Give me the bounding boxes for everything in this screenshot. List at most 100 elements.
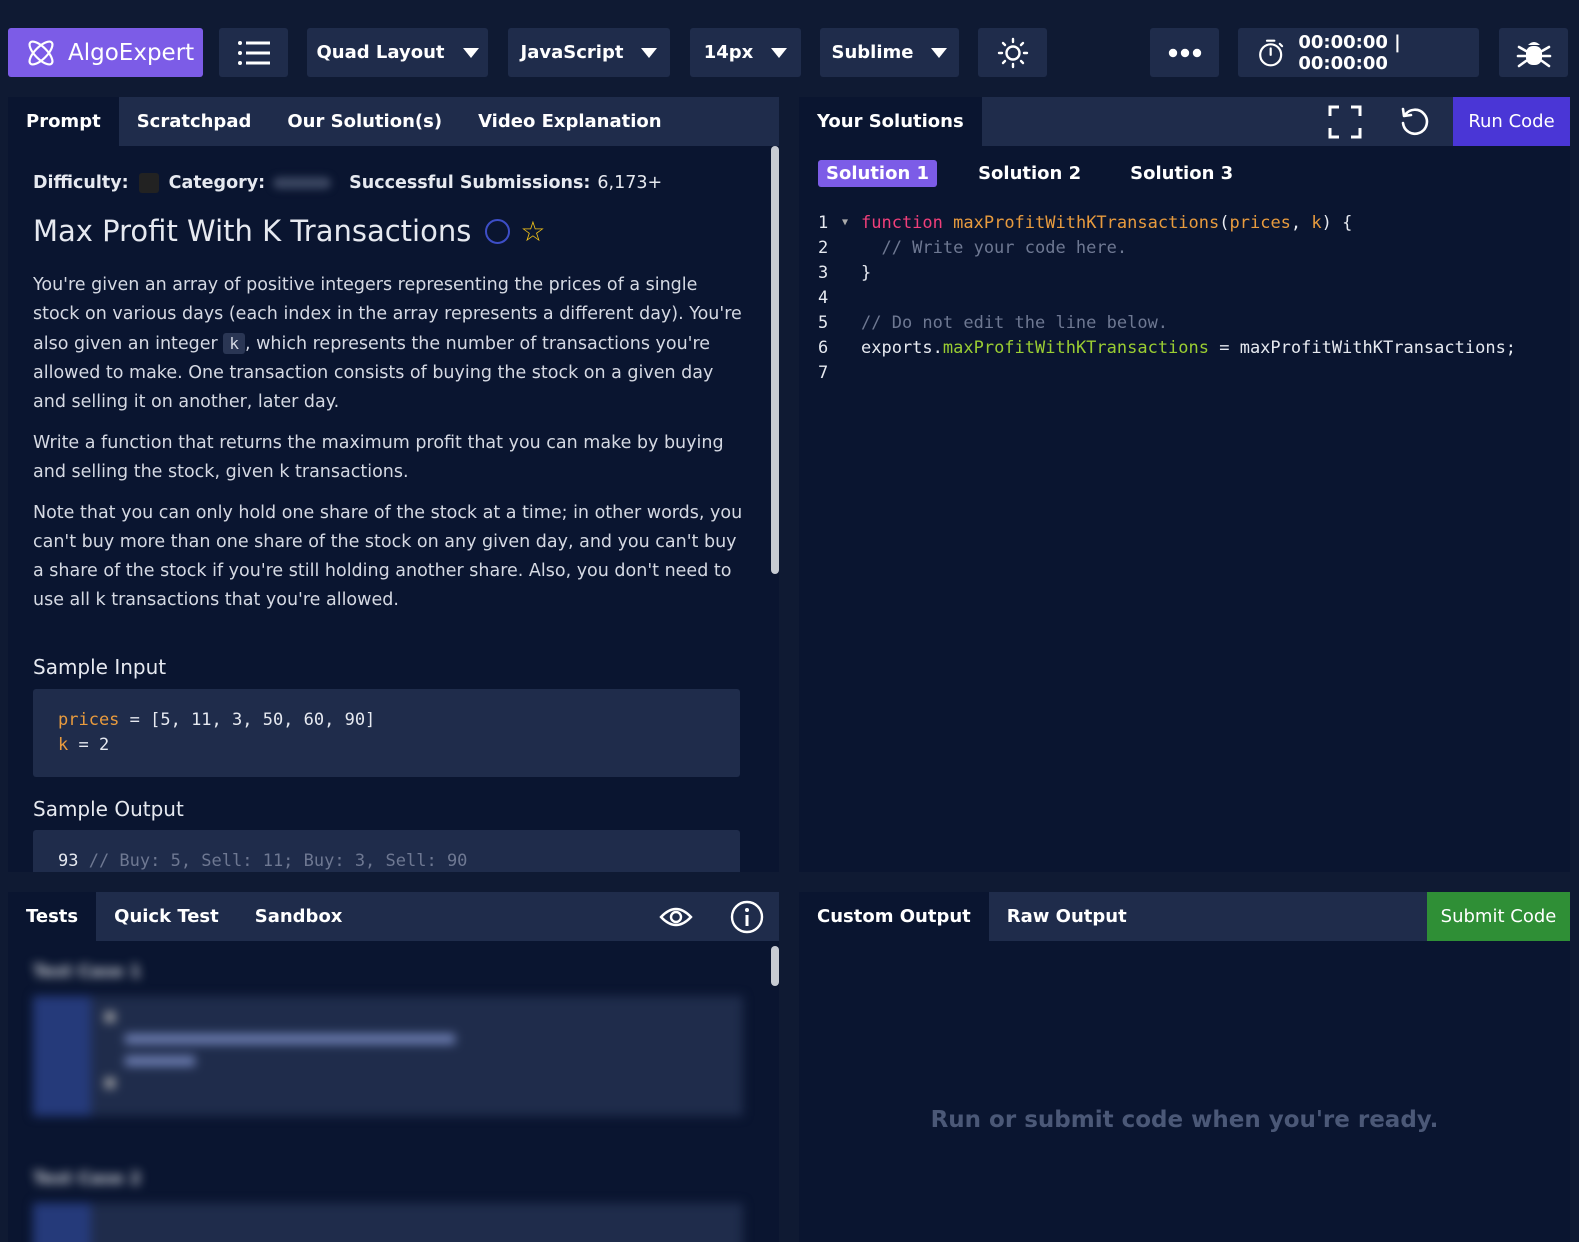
sample-var-prices: prices — [58, 710, 120, 730]
language-dropdown[interactable]: JavaScript — [508, 28, 670, 77]
sample-output-value: 93 — [58, 851, 79, 871]
submissions-count: 6,173+ — [597, 173, 663, 193]
bug-report-button[interactable] — [1499, 28, 1568, 77]
category-label: Category: — [168, 173, 266, 193]
question-title: Max Profit With K Transactions — [33, 214, 472, 248]
tests-panel: Tests Quick Test Sandbox Test Case 1 Tes… — [8, 892, 779, 1242]
code-text: = maxProfitWithKTransactions; — [1209, 337, 1517, 358]
language-label: JavaScript — [520, 42, 624, 63]
reset-icon — [1401, 107, 1429, 136]
completion-circle-icon[interactable] — [485, 218, 511, 244]
code-line: 5 // Do not edit the line below. — [818, 310, 1516, 335]
menu-button[interactable] — [219, 28, 288, 77]
prompt-content: Difficulty: Category: Successful Submiss… — [33, 146, 743, 872]
tab-our-solutions[interactable]: Our Solution(s) — [269, 97, 460, 146]
atom-icon — [28, 39, 54, 66]
run-code-button[interactable]: Run Code — [1453, 97, 1570, 146]
font-size-dropdown[interactable]: 14px — [690, 28, 801, 77]
code-text: exports. — [861, 337, 943, 358]
submissions-label: Successful Submissions: — [349, 173, 591, 193]
sample-input-heading: Sample Input — [33, 655, 167, 679]
tests-scrollbar[interactable] — [771, 941, 779, 1242]
tab-your-solutions[interactable]: Your Solutions — [799, 97, 982, 146]
keymap-dropdown[interactable]: Sublime — [820, 28, 959, 77]
timer-button[interactable]: 00:00:00 | 00:00:00 — [1238, 28, 1479, 77]
theme-toggle-button[interactable] — [978, 28, 1047, 77]
layout-dropdown[interactable]: Quad Layout — [307, 28, 488, 77]
code-line: 6 exports. maxProfitWithKTransactions = m… — [818, 335, 1516, 360]
inline-code-k: k — [223, 333, 245, 354]
prompt-paragraph-2: Write a function that returns the maximu… — [33, 433, 724, 482]
tests-info-button[interactable] — [729, 899, 765, 935]
line-number: 4 — [818, 287, 829, 308]
blurred-test-cases: Test Case 1 Test Case 2 — [33, 962, 743, 1242]
test-case-2-code — [33, 1203, 743, 1242]
prompt-paragraph-1: You're given an array of positive intege… — [33, 271, 743, 417]
solution-tab-1[interactable]: Solution 1 — [818, 160, 938, 187]
caret-down-icon — [771, 47, 788, 58]
difficulty-label: Difficulty: — [33, 173, 129, 193]
list-icon — [237, 40, 270, 65]
sample-output-heading: Sample Output — [33, 797, 184, 821]
tab-scratchpad[interactable]: Scratchpad — [119, 97, 270, 146]
tab-video-explanation[interactable]: Video Explanation — [460, 97, 680, 146]
keymap-label: Sublime — [831, 42, 914, 63]
line-number: 7 — [818, 362, 829, 383]
tab-custom-output[interactable]: Custom Output — [799, 892, 989, 941]
solution-tab-2[interactable]: Solution 2 — [970, 160, 1089, 187]
reset-code-button[interactable] — [1396, 104, 1432, 140]
algoexpert-logo[interactable]: AlgoExpert — [8, 28, 203, 77]
sample-var-k: k — [58, 735, 69, 755]
solution-tabs: Solution 1 Solution 2 Solution 3 — [818, 160, 1274, 187]
question-title-row: Max Profit With K Transactions ☆ — [33, 214, 743, 248]
sample-input-code: prices = [5, 11, 3, 50, 60, 90] k = 2 — [33, 689, 740, 777]
prompt-scrollbar-thumb[interactable] — [771, 146, 779, 574]
show-tests-button[interactable] — [659, 900, 693, 934]
tests-scrollbar-thumb[interactable] — [771, 946, 779, 986]
layout-label: Quad Layout — [316, 42, 445, 63]
prompt-scrollbar[interactable] — [771, 146, 779, 872]
code-line: 1 ▼ function maxProfitWithKTransactions(… — [818, 212, 1353, 233]
bug-icon — [1516, 41, 1551, 67]
test-case-1-heading: Test Case 1 — [33, 962, 142, 982]
tab-tests[interactable]: Tests — [8, 892, 97, 941]
param-prices: prices — [1229, 212, 1291, 233]
top-toolbar: AlgoExpert Quad Layout JavaScript 14px S… — [0, 0, 1579, 97]
output-panel: Custom Output Raw Output Submit Code Run… — [799, 892, 1570, 1242]
submit-code-button[interactable]: Submit Code — [1427, 892, 1570, 941]
sun-icon — [997, 37, 1028, 68]
solution-tab-3[interactable]: Solution 3 — [1122, 160, 1241, 187]
line-number: 2 — [818, 237, 829, 258]
line-number: 6 — [818, 337, 829, 358]
prompt-paragraph-3: Note that you can only hold one share of… — [33, 503, 743, 610]
timer-readout: 00:00:00 | 00:00:00 — [1298, 31, 1401, 74]
brand-name: AlgoExpert — [68, 39, 195, 66]
tab-prompt[interactable]: Prompt — [8, 97, 119, 146]
code-editor[interactable]: 1 ▼ function maxProfitWithKTransactions(… — [818, 210, 1516, 385]
test-case-1-code — [33, 996, 743, 1116]
sample-prices-value: = [5, 11, 3, 50, 60, 90] — [119, 710, 376, 730]
category-hidden-value[interactable] — [273, 177, 332, 189]
star-icon[interactable]: ☆ — [520, 215, 545, 248]
tab-raw-output[interactable]: Raw Output — [989, 892, 1145, 941]
line-number: 1 — [818, 212, 829, 233]
caret-down-icon — [931, 47, 948, 58]
eye-icon — [659, 907, 693, 927]
info-icon — [730, 900, 764, 934]
export-name: maxProfitWithKTransactions — [942, 337, 1209, 358]
solutions-panel: Your Solutions Run Code Solution 1 Solut… — [799, 97, 1570, 872]
tab-quick-test[interactable]: Quick Test — [96, 892, 237, 941]
tab-sandbox[interactable]: Sandbox — [237, 892, 361, 941]
prompt-panel: Prompt Scratchpad Our Solution(s) Video … — [8, 97, 779, 872]
param-k: k — [1311, 212, 1322, 233]
code-text: } — [861, 262, 872, 283]
more-options-button[interactable] — [1150, 28, 1219, 77]
prompt-tabbar: Prompt Scratchpad Our Solution(s) Video … — [8, 97, 779, 146]
sample-output-code: 93 // Buy: 5, Sell: 11; Buy: 3, Sell: 90 — [33, 830, 740, 872]
fold-arrow-icon[interactable]: ▼ — [842, 217, 861, 228]
fullscreen-button[interactable] — [1327, 104, 1363, 140]
question-meta: Difficulty: Category: Successful Submiss… — [33, 173, 743, 193]
line-number: 3 — [818, 262, 829, 283]
ellipsis-icon — [1168, 48, 1201, 57]
sample-k-value: = 2 — [68, 735, 110, 755]
